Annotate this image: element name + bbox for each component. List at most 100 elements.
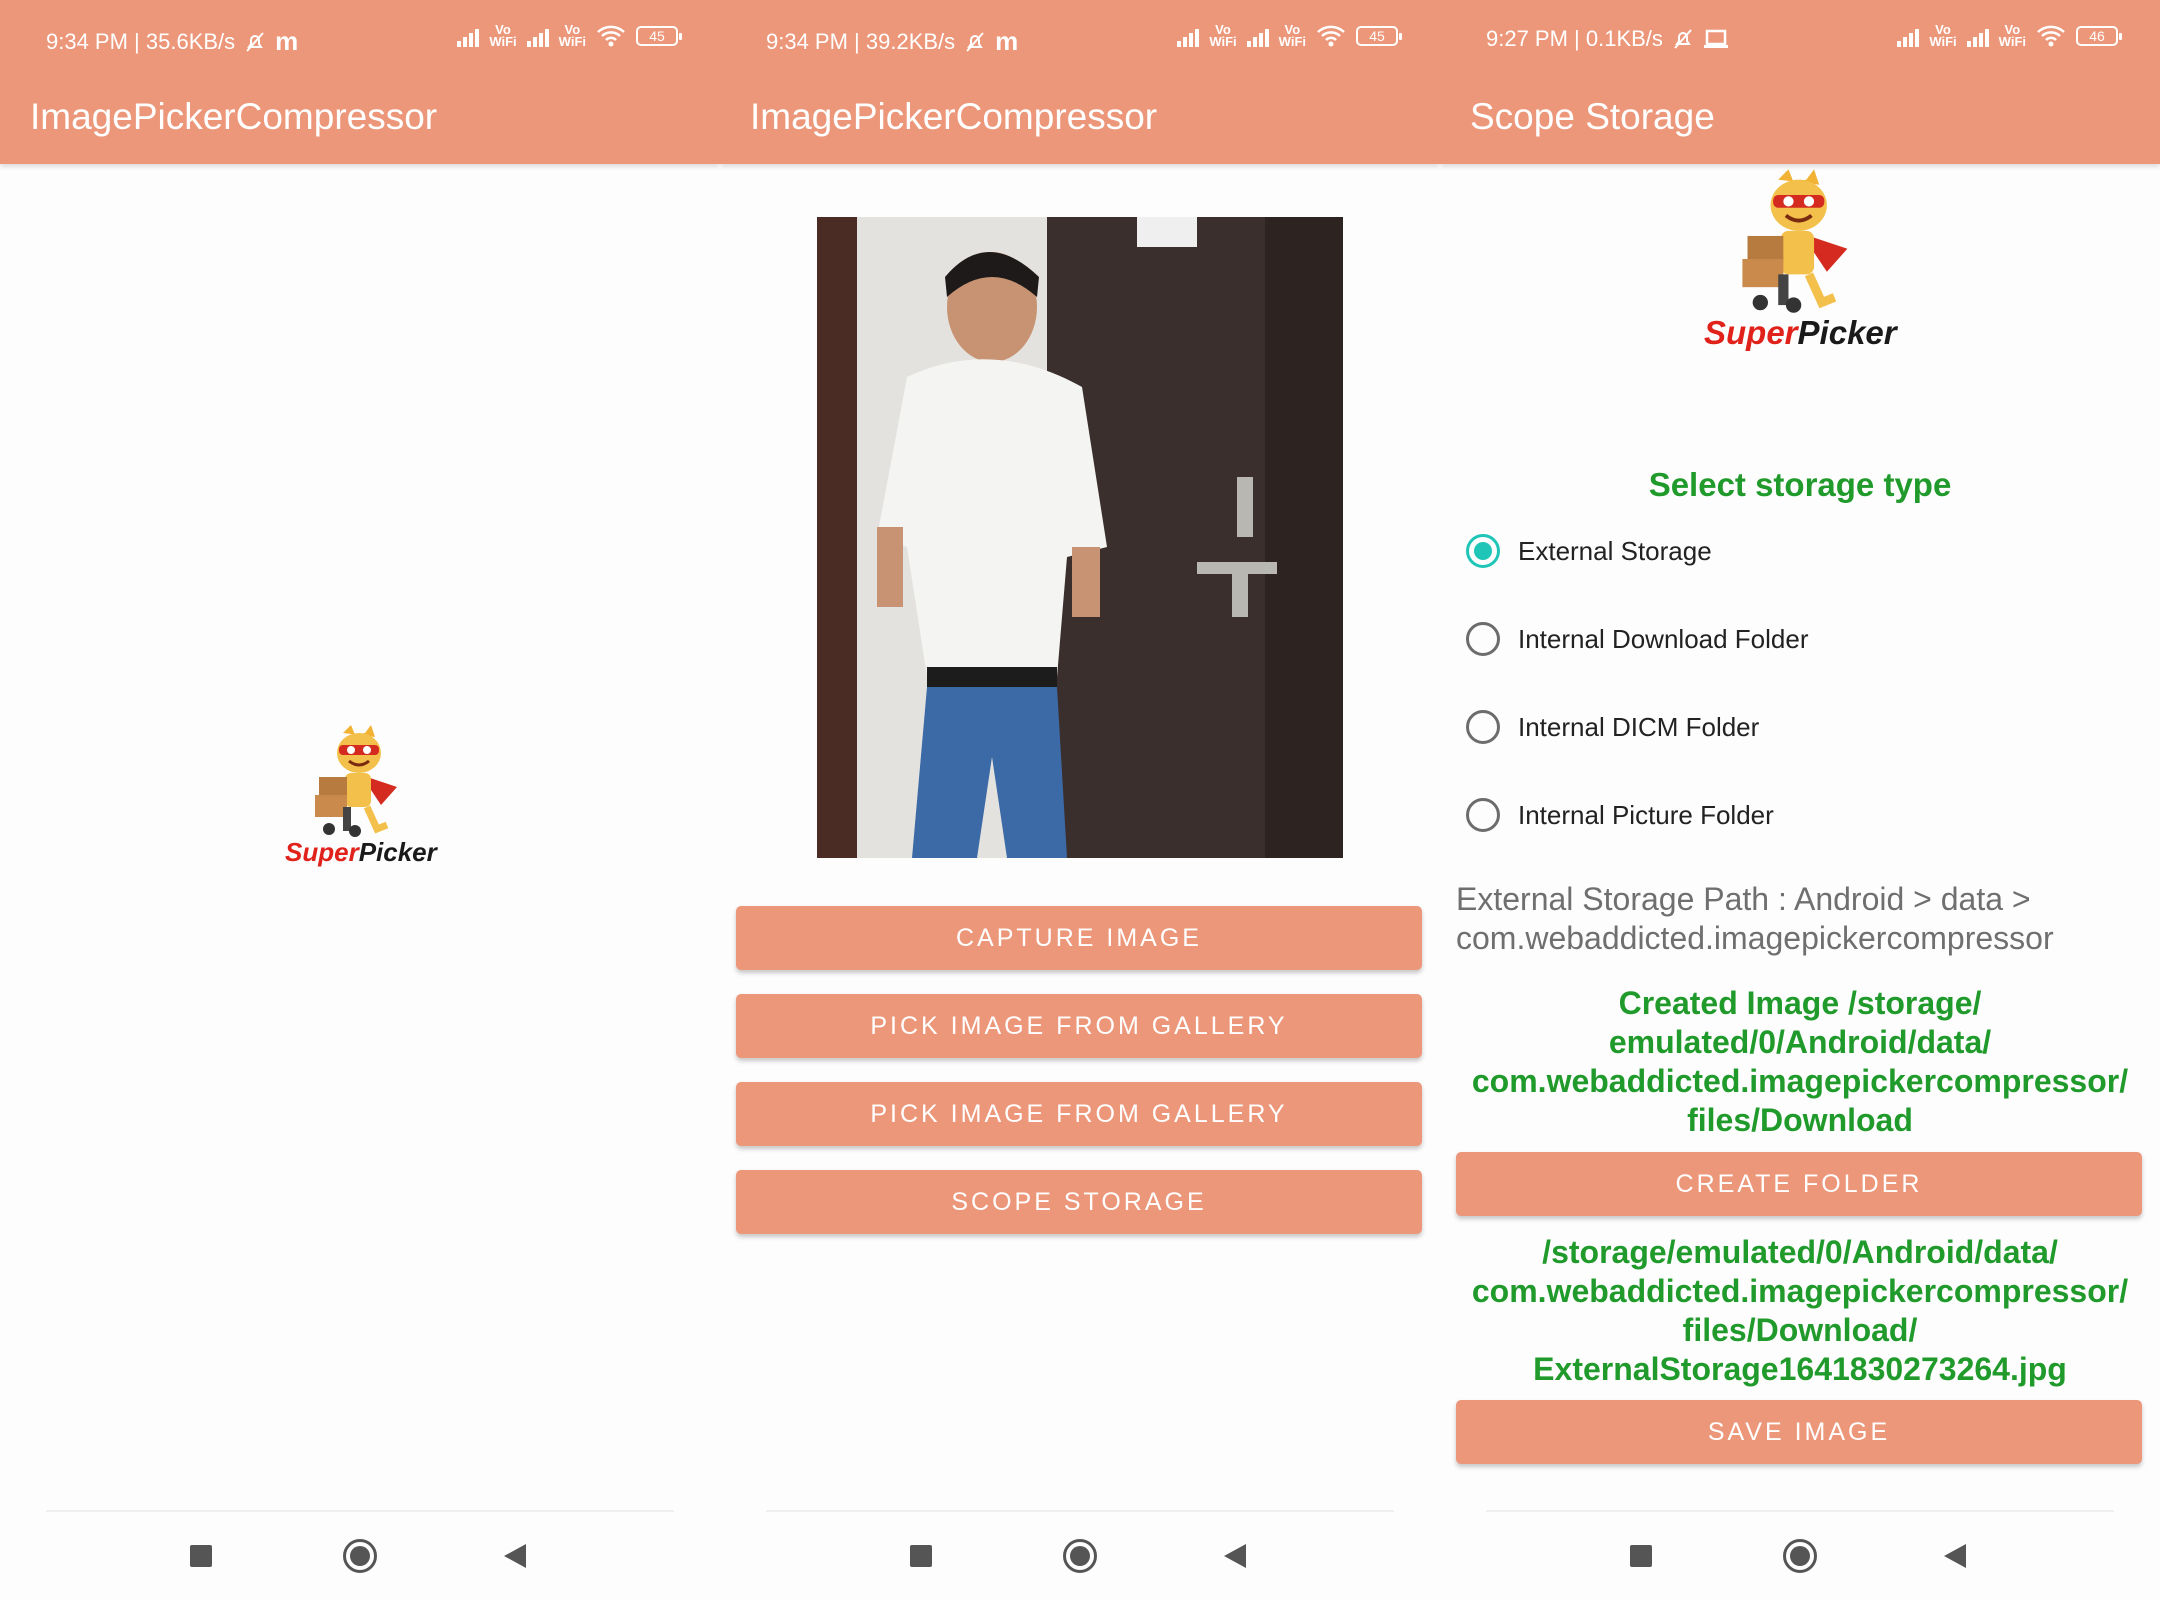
save-image-label: SAVE IMAGE <box>1707 1418 1891 1446</box>
status-time: 9:27 PM | 0.1KB/s <box>1486 26 1663 51</box>
status-bar: 9:34 PM | 39.2KB/s m Vo WiFi Vo WiFi 45 <box>720 0 1440 80</box>
capture-image-button[interactable]: CAPTURE IMAGE <box>736 906 1422 970</box>
nav-divider <box>46 1510 674 1512</box>
home-icon[interactable] <box>1063 1539 1097 1573</box>
radio-button[interactable] <box>1466 534 1500 568</box>
nav-divider <box>766 1510 1394 1512</box>
signal-icon <box>526 25 549 47</box>
main-screen: 9:34 PM | 39.2KB/s m Vo WiFi Vo WiFi 45 Im… <box>720 0 1440 1600</box>
radio-label: Internal Picture Folder <box>1518 799 1774 830</box>
logo-picker: Picker <box>1797 314 1897 351</box>
app-title: ImagePickerCompressor <box>750 96 1158 137</box>
radio-button[interactable] <box>1466 798 1500 832</box>
signal-icon <box>457 25 480 47</box>
logo-wordmark: SuperPicker <box>285 837 437 868</box>
file-line: ExternalStorage1641830273264.jpg <box>1533 1351 2067 1387</box>
saved-file-path: /storage/emulated/0/Android/data/ com.we… <box>1440 1233 2160 1389</box>
super-picker-logo: SuperPicker <box>285 725 437 870</box>
splash-screen: 9:34 PM | 35.6KB/s m Vo WiFi Vo WiFi 45 Im… <box>0 0 720 1600</box>
create-folder-button[interactable]: CREATE FOLDER <box>1456 1152 2142 1216</box>
recents-icon[interactable] <box>190 1545 212 1567</box>
app-bar: ImagePickerCompressor <box>720 80 1440 164</box>
app-title: ImagePickerCompressor <box>30 96 438 137</box>
file-line: com.webaddicted.imagepickercompressor/ <box>1471 1273 2129 1309</box>
radio-external-storage[interactable]: External Storage <box>1466 529 1712 573</box>
radio-internal-download[interactable]: Internal Download Folder <box>1466 617 1809 661</box>
created-image-text: Created Image /storage/ emulated/0/Andro… <box>1440 984 2160 1140</box>
path-line: External Storage Path : Android > data > <box>1456 881 2031 917</box>
signal-icon <box>1897 25 1920 47</box>
status-bar: 9:34 PM | 35.6KB/s m Vo WiFi Vo WiFi 45 <box>0 0 720 80</box>
select-storage-title: Select storage type <box>1648 466 1952 503</box>
radio-button[interactable] <box>1466 622 1500 656</box>
back-icon[interactable] <box>504 1544 526 1568</box>
capture-image-label: CAPTURE IMAGE <box>956 924 1202 952</box>
logo-wordmark: SuperPicker <box>1704 314 1897 352</box>
mute-icon <box>246 31 264 52</box>
back-icon[interactable] <box>1944 1544 1966 1568</box>
app-bar: Scope Storage <box>1440 80 2160 164</box>
vowifi-icon: Vo WiFi <box>1998 22 2026 49</box>
logo-super: Super <box>285 837 359 867</box>
file-line: /storage/emulated/0/Android/data/ <box>1542 1234 2058 1270</box>
battery-icon: 45 <box>636 26 682 46</box>
vowifi-icon: Vo WiFi <box>558 22 586 49</box>
wifi-icon <box>2037 25 2065 47</box>
home-icon[interactable] <box>1783 1539 1817 1573</box>
external-storage-path: External Storage Path : Android > data >… <box>1456 880 2156 958</box>
status-time: 9:34 PM | 35.6KB/s <box>46 28 236 54</box>
mute-icon <box>1674 29 1692 49</box>
save-image-button[interactable]: SAVE IMAGE <box>1456 1400 2142 1464</box>
pick-image-gallery-button-2[interactable]: PICK IMAGE FROM GALLERY <box>736 1082 1422 1146</box>
battery-icon: 46 <box>2076 26 2122 46</box>
pick-image-gallery-label: PICK IMAGE FROM GALLERY <box>870 1100 1288 1128</box>
create-folder-label: CREATE FOLDER <box>1675 1170 1923 1198</box>
vowifi-icon: Vo WiFi <box>489 22 517 49</box>
signal-icon <box>1966 25 1989 47</box>
status-right: Vo WiFi Vo WiFi 45 <box>1177 22 1402 49</box>
scope-storage-screen: 9:27 PM | 0.1KB/s Vo WiFi Vo WiFi 46 Scope… <box>1440 0 2160 1600</box>
mascot-icon <box>315 725 397 837</box>
pick-image-gallery-label: PICK IMAGE FROM GALLERY <box>870 1012 1288 1040</box>
back-icon[interactable] <box>1224 1544 1246 1568</box>
nav-bar <box>0 1510 720 1600</box>
file-line: files/Download/ <box>1682 1312 1918 1348</box>
app-bar: ImagePickerCompressor <box>0 80 720 164</box>
scope-storage-label: SCOPE STORAGE <box>951 1188 1207 1216</box>
wifi-icon <box>1317 25 1345 47</box>
mute-icon <box>966 31 984 52</box>
m-icon: m <box>275 26 299 56</box>
radio-button[interactable] <box>1466 710 1500 744</box>
laptop-icon <box>1703 29 1728 48</box>
radio-internal-picture[interactable]: Internal Picture Folder <box>1466 793 1774 837</box>
radio-label: Internal DICM Folder <box>1518 711 1760 742</box>
recents-icon[interactable] <box>910 1545 932 1567</box>
pick-image-gallery-button[interactable]: PICK IMAGE FROM GALLERY <box>736 994 1422 1058</box>
status-left: 9:34 PM | 35.6KB/s m <box>46 26 298 57</box>
mascot-icon <box>1742 169 1848 313</box>
status-left: 9:27 PM | 0.1KB/s <box>1486 26 1729 52</box>
signal-icon <box>1177 25 1200 47</box>
person-photo-image <box>817 217 1343 858</box>
created-line: emulated/0/Android/data/ <box>1608 1024 1992 1060</box>
path-line: com.webaddicted.imagepickercompressor <box>1456 920 2054 956</box>
status-left: 9:34 PM | 39.2KB/s m <box>766 26 1018 57</box>
home-icon[interactable] <box>343 1539 377 1573</box>
status-right: Vo WiFi Vo WiFi 46 <box>1897 22 2122 49</box>
status-time: 9:34 PM | 39.2KB/s <box>766 28 956 54</box>
recents-icon[interactable] <box>1630 1545 1652 1567</box>
scope-storage-button[interactable]: SCOPE STORAGE <box>736 1170 1422 1234</box>
created-line: com.webaddicted.imagepickercompressor/ <box>1471 1063 2129 1099</box>
vowifi-icon: Vo WiFi <box>1209 22 1237 49</box>
nav-bar <box>1440 1510 2160 1600</box>
radio-label: Internal Download Folder <box>1518 623 1809 654</box>
selected-photo <box>817 217 1343 858</box>
status-bar: 9:27 PM | 0.1KB/s Vo WiFi Vo WiFi 46 <box>1440 0 2160 80</box>
logo-super: Super <box>1704 314 1798 351</box>
super-picker-logo: SuperPicker <box>1704 168 1897 358</box>
app-title: Scope Storage <box>1470 96 1715 137</box>
battery-icon: 45 <box>1356 26 1402 46</box>
m-icon: m <box>995 26 1019 56</box>
radio-internal-dicm[interactable]: Internal DICM Folder <box>1466 705 1759 749</box>
created-line: files/Download <box>1687 1102 1913 1138</box>
